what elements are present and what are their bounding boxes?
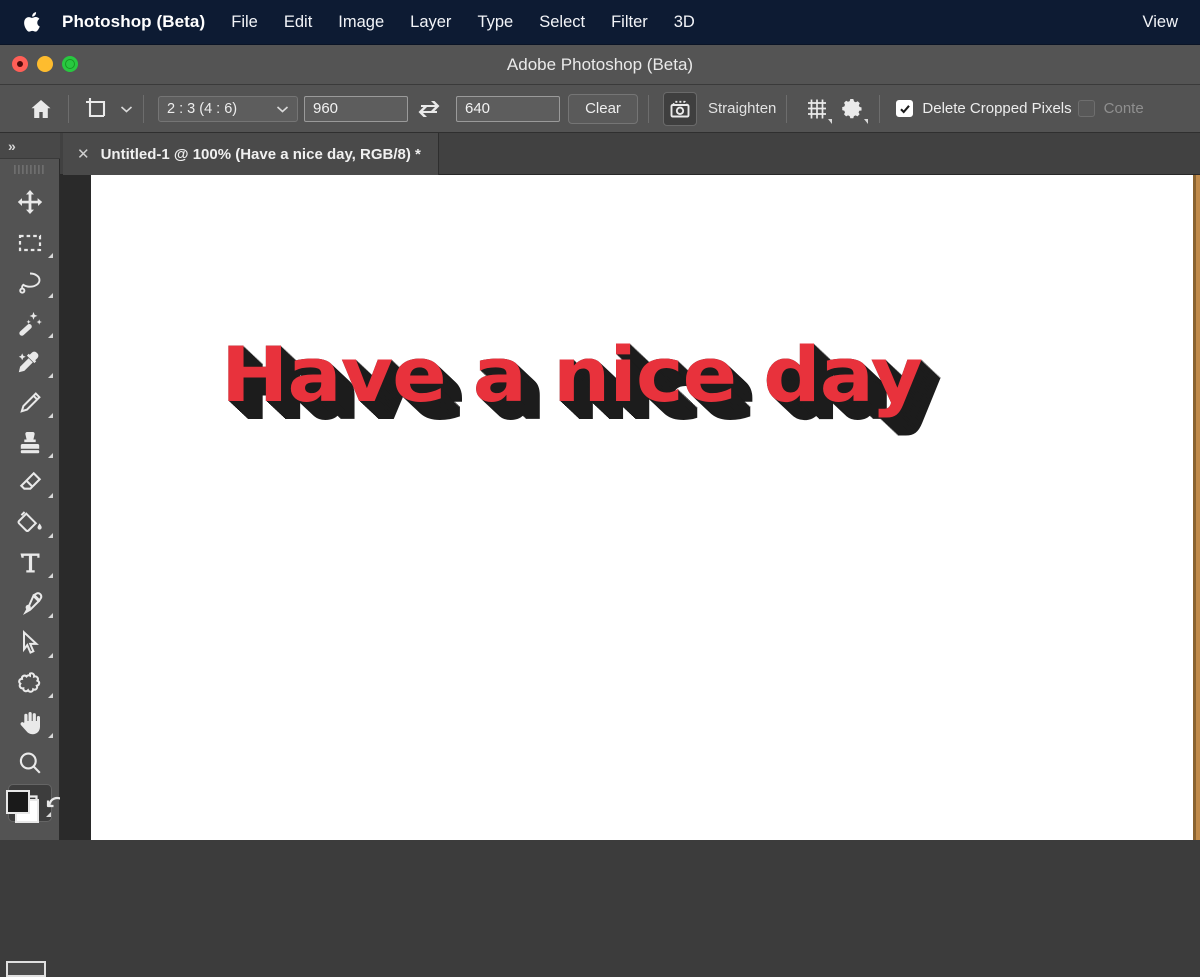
separator bbox=[648, 95, 649, 123]
aspect-ratio-select[interactable]: 2 : 3 (4 : 6) bbox=[158, 96, 298, 122]
straighten-icon bbox=[668, 98, 692, 120]
eyedropper-icon bbox=[16, 349, 44, 377]
lasso-icon bbox=[16, 269, 44, 297]
magnifier-icon bbox=[16, 749, 44, 777]
canvas-area[interactable]: Have a nice day Have a nice day bbox=[60, 175, 1200, 840]
drag-grip-icon[interactable] bbox=[0, 159, 59, 175]
document-tab[interactable]: ✕ Untitled-1 @ 100% (Have a nice day, RG… bbox=[63, 133, 439, 175]
rectangular-marquee-tool[interactable] bbox=[0, 223, 60, 263]
straighten-button[interactable] bbox=[663, 92, 697, 126]
custom-shape-tool[interactable] bbox=[0, 663, 60, 703]
menu-layer[interactable]: Layer bbox=[410, 13, 451, 32]
chevron-down-icon[interactable] bbox=[120, 105, 133, 113]
grid-overlay-icon[interactable] bbox=[801, 94, 833, 124]
gear-icon[interactable] bbox=[837, 94, 869, 124]
tool-list bbox=[0, 175, 59, 823]
content-aware-checkbox[interactable] bbox=[1078, 100, 1095, 117]
brush-icon bbox=[16, 389, 44, 417]
options-bar: 2 : 3 (4 : 6) 960 640 Clear Straighten bbox=[0, 85, 1200, 133]
foreground-color-swatch[interactable] bbox=[6, 790, 30, 814]
delete-cropped-pixels-checkbox[interactable] bbox=[896, 100, 913, 117]
separator bbox=[786, 95, 787, 123]
separator bbox=[879, 95, 880, 123]
clone-stamp-tool[interactable] bbox=[0, 423, 60, 463]
path-selection-tool[interactable] bbox=[0, 623, 60, 663]
document-canvas[interactable]: Have a nice day Have a nice day bbox=[91, 175, 1194, 840]
stamp-icon bbox=[16, 429, 44, 457]
type-tool[interactable] bbox=[0, 543, 60, 583]
chevron-down-icon bbox=[828, 119, 832, 124]
eraser-tool[interactable] bbox=[0, 463, 60, 503]
separator bbox=[68, 95, 69, 123]
mac-menu-app-name[interactable]: Photoshop (Beta) bbox=[62, 12, 205, 32]
paint-bucket-tool[interactable] bbox=[0, 503, 60, 543]
pen-tool[interactable] bbox=[0, 583, 60, 623]
menu-image[interactable]: Image bbox=[338, 13, 384, 32]
menu-3d[interactable]: 3D bbox=[674, 13, 695, 32]
content-aware-row[interactable]: Conte bbox=[1078, 100, 1144, 117]
straighten-label: Straighten bbox=[708, 100, 776, 117]
move-icon bbox=[16, 189, 44, 217]
right-edge-strip bbox=[1193, 175, 1200, 840]
delete-cropped-pixels-label: Delete Cropped Pixels bbox=[922, 100, 1071, 117]
crop-height-input[interactable]: 640 bbox=[456, 96, 560, 122]
chevron-down-icon bbox=[276, 105, 289, 113]
marquee-icon bbox=[16, 229, 44, 257]
quick-mask-button[interactable] bbox=[6, 961, 46, 977]
crop-tool-icon bbox=[83, 95, 111, 123]
document-tab-bar: ✕ Untitled-1 @ 100% (Have a nice day, RG… bbox=[0, 133, 1200, 175]
magic-wand-tool[interactable] bbox=[0, 303, 60, 343]
color-swatches[interactable] bbox=[5, 790, 57, 824]
active-tool-chip[interactable] bbox=[83, 95, 133, 123]
artwork-text-front: Have a nice day bbox=[221, 330, 922, 419]
hand-tool[interactable] bbox=[0, 703, 60, 743]
type-T-icon bbox=[16, 549, 44, 577]
apple-logo-icon[interactable] bbox=[22, 9, 44, 35]
brush-tool[interactable] bbox=[0, 383, 60, 423]
aspect-ratio-value: 2 : 3 (4 : 6) bbox=[167, 101, 237, 117]
arrow-cursor-icon bbox=[16, 629, 44, 657]
home-icon[interactable] bbox=[24, 92, 58, 126]
content-aware-label: Conte bbox=[1104, 100, 1144, 117]
hand-icon bbox=[16, 709, 44, 737]
separator bbox=[143, 95, 144, 123]
document-tab-title: Untitled-1 @ 100% (Have a nice day, RGB/… bbox=[101, 146, 421, 163]
window-title: Adobe Photoshop (Beta) bbox=[0, 55, 1200, 75]
eraser-icon bbox=[16, 469, 44, 497]
menu-view[interactable]: View bbox=[1143, 13, 1178, 32]
tools-panel: » bbox=[0, 133, 60, 840]
menu-type[interactable]: Type bbox=[477, 13, 513, 32]
delete-cropped-pixels-row[interactable]: Delete Cropped Pixels bbox=[896, 100, 1071, 117]
custom-shape-icon bbox=[16, 669, 44, 697]
menu-edit[interactable]: Edit bbox=[284, 13, 312, 32]
menu-file[interactable]: File bbox=[231, 13, 258, 32]
collapse-panel-button[interactable]: » bbox=[0, 133, 60, 159]
swap-arrows-icon[interactable] bbox=[414, 96, 444, 122]
menu-filter[interactable]: Filter bbox=[611, 13, 648, 32]
chevron-down-icon bbox=[864, 119, 868, 124]
paint-bucket-icon bbox=[16, 509, 44, 537]
eyedropper-tool[interactable] bbox=[0, 343, 60, 383]
move-tool[interactable] bbox=[0, 183, 60, 223]
magic-wand-icon bbox=[16, 309, 44, 337]
pen-icon bbox=[16, 589, 44, 617]
close-icon[interactable]: ✕ bbox=[77, 147, 90, 162]
clear-button[interactable]: Clear bbox=[568, 94, 638, 124]
zoom-tool[interactable] bbox=[0, 743, 60, 783]
window-title-bar: Adobe Photoshop (Beta) bbox=[0, 45, 1200, 85]
crop-width-input[interactable]: 960 bbox=[304, 96, 408, 122]
menu-select[interactable]: Select bbox=[539, 13, 585, 32]
mac-menu-bar: Photoshop (Beta) File Edit Image Layer T… bbox=[0, 0, 1200, 45]
lasso-tool[interactable] bbox=[0, 263, 60, 303]
